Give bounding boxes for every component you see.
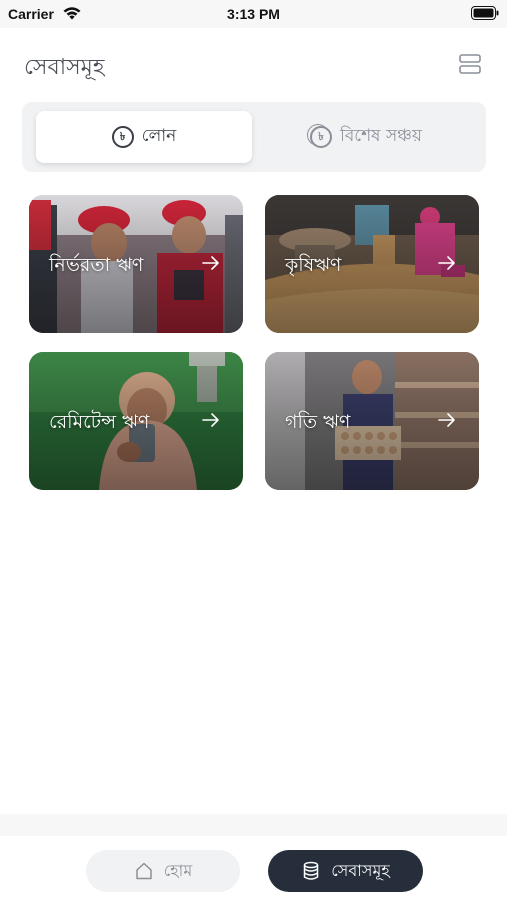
loan-card-remittance[interactable]: রেমিটেন্স ঋণ (29, 352, 243, 490)
database-icon (304, 861, 319, 880)
arrow-right-icon (202, 256, 219, 270)
battery-icon (471, 6, 499, 20)
loan-card-goti[interactable]: গতি ঋণ (265, 352, 479, 490)
arrow-right-icon (438, 413, 455, 427)
nav-home-button[interactable]: হোম (86, 850, 240, 892)
card-label: নির্ভরতা ঋণ (49, 254, 144, 276)
nav-services-label: সেবাসমূহ (331, 860, 390, 880)
card-label: কৃষিঋণ (285, 254, 342, 276)
nav-home-label: হোম (163, 860, 193, 880)
tab-special-savings-label: বিশেষ সঞ্চয় (339, 126, 423, 146)
app-header: সেবাসমূহ (0, 28, 507, 98)
loan-card-krishi[interactable]: কৃষিঋণ (265, 195, 479, 333)
page-title: সেবাসমূহ (24, 55, 105, 80)
menu-stack-icon[interactable] (459, 53, 481, 75)
tab-loan-label: লোন (141, 126, 177, 146)
arrow-right-icon (202, 413, 219, 427)
tabbar-divider (0, 814, 507, 836)
loan-type-segment: ৳ লোন ৳ বিশেষ সঞ্চয় (22, 102, 486, 172)
tab-loan[interactable]: ৳ লোন (36, 111, 252, 163)
tab-special-savings[interactable]: ৳ বিশেষ সঞ্চয় (258, 111, 474, 163)
card-label: রেমিটেন্স ঋণ (49, 411, 150, 433)
card-label: গতি ঋণ (285, 411, 351, 433)
taka-icon: ৳ (111, 126, 134, 148)
status-bar: Carrier 3:13 PM (0, 0, 507, 28)
taka-stack-icon: ৳ (309, 126, 332, 148)
nav-services-button[interactable]: সেবাসমূহ (268, 850, 423, 892)
bottom-nav (0, 836, 507, 900)
loan-card-nirbhorota[interactable]: নির্ভরতা ঋণ (29, 195, 243, 333)
home-icon (136, 862, 152, 880)
clock: 3:13 PM (227, 6, 280, 22)
arrow-right-icon (438, 256, 455, 270)
